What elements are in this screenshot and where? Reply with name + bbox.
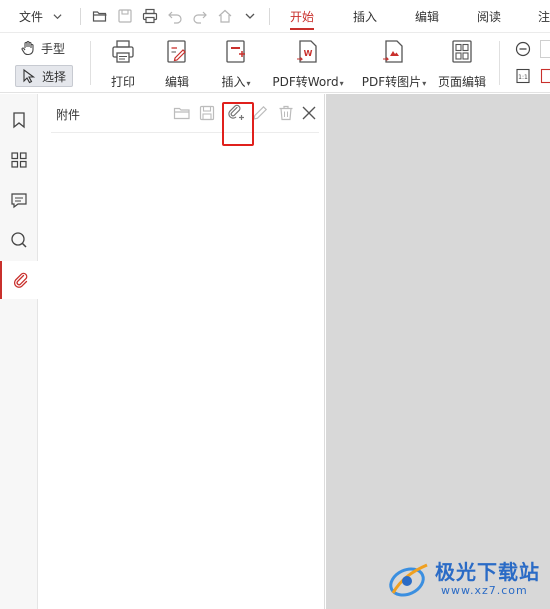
svg-text:1:1: 1:1 xyxy=(518,74,528,81)
pdf-to-image-label: PDF转图片▾ xyxy=(361,75,427,89)
comment-icon xyxy=(10,191,28,209)
pdf-to-word-button[interactable]: W PDF转Word▾ xyxy=(270,38,346,90)
svg-text:W: W xyxy=(304,49,313,58)
highlight-annotation-box xyxy=(222,102,254,146)
insert-label: 插入▾ xyxy=(221,75,251,89)
pdf-to-image-button[interactable]: PDF转图片▾ xyxy=(360,38,428,90)
open-folder-icon[interactable] xyxy=(91,7,109,25)
pdf-to-image-icon xyxy=(381,38,407,66)
actual-size-icon[interactable]: 1:1 xyxy=(515,68,531,84)
edit-button[interactable]: 编辑 xyxy=(162,38,192,90)
tab-insert[interactable]: 插入 xyxy=(353,8,377,26)
rail-attachments-button[interactable] xyxy=(0,261,39,299)
cursor-arrow-icon xyxy=(21,68,37,84)
page-grid-icon xyxy=(449,38,475,66)
file-menu[interactable]: 文件 xyxy=(19,8,62,24)
insert-button[interactable]: 插入▾ xyxy=(218,38,254,90)
left-sidebar-rail xyxy=(0,94,39,609)
rail-thumbnails-button[interactable] xyxy=(0,141,38,179)
file-menu-label: 文件 xyxy=(19,9,44,24)
watermark-title: 极光下载站 xyxy=(435,560,540,584)
divider xyxy=(90,41,91,85)
page-edit-button[interactable]: 页面编辑 xyxy=(436,38,488,90)
rail-search-button[interactable] xyxy=(0,221,38,259)
panel-title: 附件 xyxy=(56,108,81,122)
zoom-field[interactable] xyxy=(540,40,550,58)
divider xyxy=(51,132,319,133)
zoom-out-icon[interactable] xyxy=(515,41,531,57)
hand-tool-label: 手型 xyxy=(41,41,66,56)
delete-trash-icon[interactable] xyxy=(276,103,296,123)
menu-bar: 文件 开始 插入 编辑 阅读 注 xyxy=(0,0,550,33)
divider xyxy=(499,41,500,85)
document-canvas[interactable] xyxy=(326,94,550,609)
home-icon[interactable] xyxy=(216,7,234,25)
attachment-icon xyxy=(12,271,30,289)
pdf-to-word-label: PDF转Word▾ xyxy=(272,75,344,89)
site-watermark: 极光下载站 www.xz7.com xyxy=(383,553,548,605)
bookmark-icon xyxy=(10,111,28,129)
divider xyxy=(80,8,81,25)
hand-icon xyxy=(20,40,36,56)
select-tool-button[interactable]: 选择 xyxy=(15,65,73,87)
select-tool-label: 选择 xyxy=(42,69,67,84)
tab-start[interactable]: 开始 xyxy=(290,8,315,30)
close-icon[interactable] xyxy=(299,103,319,123)
hand-tool-button[interactable]: 手型 xyxy=(15,37,73,59)
print-label: 打印 xyxy=(110,75,135,89)
tab-edit[interactable]: 编辑 xyxy=(415,8,439,26)
rail-comments-button[interactable] xyxy=(0,181,38,219)
pdf-to-word-icon: W xyxy=(295,38,321,66)
save-icon[interactable] xyxy=(197,103,217,123)
chevron-down-icon[interactable] xyxy=(241,7,259,25)
watermark-url: www.xz7.com xyxy=(441,584,528,597)
fit-page-icon[interactable] xyxy=(540,68,550,84)
search-icon xyxy=(10,231,28,249)
edit-label: 编辑 xyxy=(164,75,189,89)
page-edit-label: 页面编辑 xyxy=(437,75,486,89)
print-button[interactable]: 打印 xyxy=(108,38,138,90)
thumbnails-icon xyxy=(10,151,28,169)
chevron-down-icon xyxy=(53,12,62,21)
save-icon[interactable] xyxy=(116,7,134,25)
tab-read[interactable]: 阅读 xyxy=(477,8,501,26)
attachments-panel: 附件 xyxy=(38,94,325,609)
redo-icon[interactable] xyxy=(191,7,209,25)
open-folder-icon[interactable] xyxy=(172,103,192,123)
undo-icon[interactable] xyxy=(166,7,184,25)
printer-icon xyxy=(110,38,136,66)
edit-document-icon xyxy=(164,38,190,66)
aurora-logo-icon xyxy=(387,559,431,601)
rail-bookmark-button[interactable] xyxy=(0,101,38,139)
tab-comment[interactable]: 注 xyxy=(538,8,550,26)
print-icon[interactable] xyxy=(141,7,159,25)
ribbon-toolbar: 手型 选择 打印 编辑 插入▾ W PDF转Word▾ PDF转图片▾ 页面编辑… xyxy=(0,33,550,93)
insert-page-icon xyxy=(223,38,249,66)
divider xyxy=(269,8,270,25)
